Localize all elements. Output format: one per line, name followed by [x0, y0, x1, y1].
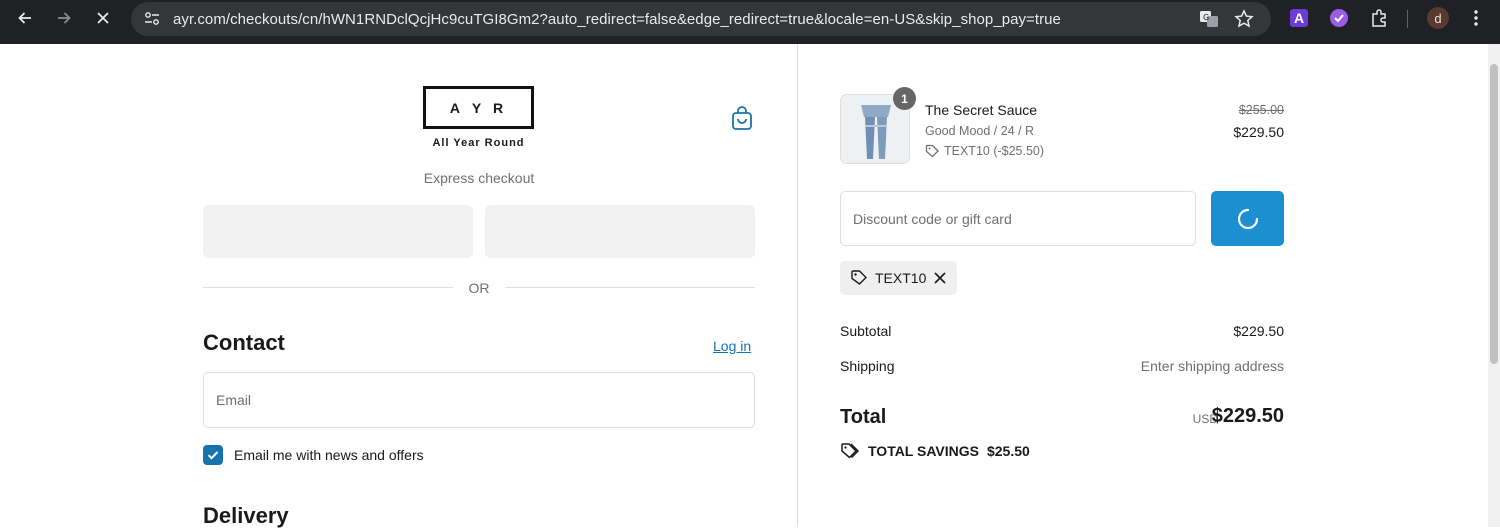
- site-settings-icon[interactable]: [143, 10, 161, 33]
- checkmark-icon: [207, 451, 219, 460]
- savings-tag-icon: [841, 443, 860, 459]
- subtotal-label: Subtotal: [840, 323, 892, 339]
- scrollbar-thumb[interactable]: [1490, 64, 1498, 364]
- quantity-badge: 1: [893, 87, 916, 110]
- checkout-main: A Y R All Year Round Express checkout OR…: [0, 44, 797, 528]
- brand-tagline: All Year Round: [432, 137, 525, 149]
- stop-loading-icon[interactable]: [92, 7, 114, 29]
- email-field[interactable]: Email: [203, 372, 755, 428]
- remove-discount-icon[interactable]: [933, 271, 947, 285]
- tag-icon: [925, 144, 939, 158]
- applied-discount-chip: TEXT10: [840, 261, 958, 295]
- profile-avatar[interactable]: d: [1427, 7, 1449, 29]
- product-discount: TEXT10 (-$25.50): [925, 144, 1044, 158]
- logo-letter: A: [449, 99, 465, 116]
- newsletter-checkbox[interactable]: [203, 445, 223, 465]
- apply-discount-button[interactable]: [1211, 191, 1284, 246]
- email-placeholder: Email: [216, 392, 252, 408]
- or-label: OR: [468, 280, 490, 296]
- total-value: $229.50: [1211, 405, 1284, 427]
- product-name: The Secret Sauce: [925, 102, 1038, 118]
- express-pay-button-2[interactable]: [485, 205, 755, 258]
- or-divider: OR: [203, 278, 755, 298]
- discount-code-input[interactable]: Discount code or gift card: [840, 191, 1196, 246]
- or-line-right: [505, 287, 755, 288]
- order-summary: 1 The Secret Sauce Good Mood / 24 / R TE…: [798, 44, 1488, 527]
- extensions-puzzle-icon[interactable]: [1369, 8, 1389, 28]
- logo-letter: R: [492, 99, 508, 116]
- bookmark-star-icon[interactable]: [1234, 9, 1254, 34]
- product-price: $229.50: [1233, 124, 1284, 140]
- delivery-heading: Delivery: [203, 503, 289, 528]
- shopping-bag-icon[interactable]: [730, 105, 754, 136]
- page-scrollbar[interactable]: [1488, 44, 1500, 527]
- savings-label: TOTAL SAVINGS: [868, 443, 979, 459]
- svg-text:G: G: [1203, 13, 1209, 22]
- savings-value: $25.50: [986, 443, 1030, 459]
- total-savings: TOTAL SAVINGS $25.50: [840, 442, 1030, 460]
- logo-letter: Y: [471, 99, 486, 116]
- browser-menu-icon[interactable]: [1466, 8, 1486, 28]
- toolbar-separator: [1407, 10, 1408, 28]
- express-pay-button-1[interactable]: [203, 205, 473, 258]
- loading-spinner-icon: [1237, 208, 1258, 229]
- discount-placeholder: Discount code or gift card: [853, 210, 1012, 227]
- forward-icon[interactable]: [53, 7, 75, 29]
- translate-icon[interactable]: G: [1199, 9, 1219, 34]
- shipping-label: Shipping: [840, 358, 895, 374]
- contact-heading: Contact: [203, 330, 285, 355]
- tag-icon: [851, 270, 867, 285]
- shipping-value: Enter shipping address: [1140, 358, 1284, 374]
- extension-purple-icon[interactable]: [1329, 8, 1349, 28]
- checkout-page: A Y R All Year Round Express checkout OR…: [0, 44, 1488, 528]
- product-variant: Good Mood / 24 / R: [925, 124, 1035, 138]
- original-price: $255.00: [1238, 103, 1284, 117]
- product-discount-text: TEXT10 (-$25.50): [944, 144, 1045, 158]
- express-checkout-label: Express checkout: [423, 170, 535, 186]
- address-bar[interactable]: ayr.com/checkouts/cn/hWN1RNDclQcjHc9cuTG…: [131, 2, 1271, 36]
- browser-toolbar: ayr.com/checkouts/cn/hWN1RNDclQcjHc9cuTG…: [0, 0, 1500, 44]
- extension-a-label: A: [1290, 9, 1308, 27]
- newsletter-label[interactable]: Email me with news and offers: [234, 447, 424, 463]
- login-link[interactable]: Log in: [713, 338, 751, 354]
- subtotal-value: $229.50: [1233, 323, 1284, 339]
- back-icon[interactable]: [14, 7, 36, 29]
- brand-logo[interactable]: A Y R: [423, 86, 534, 129]
- total-label: Total: [840, 406, 887, 428]
- extension-a-icon[interactable]: A: [1289, 8, 1309, 28]
- url-text: ayr.com/checkouts/cn/hWN1RNDclQcjHc9cuTG…: [173, 11, 1061, 28]
- applied-code-label: TEXT10: [875, 270, 927, 286]
